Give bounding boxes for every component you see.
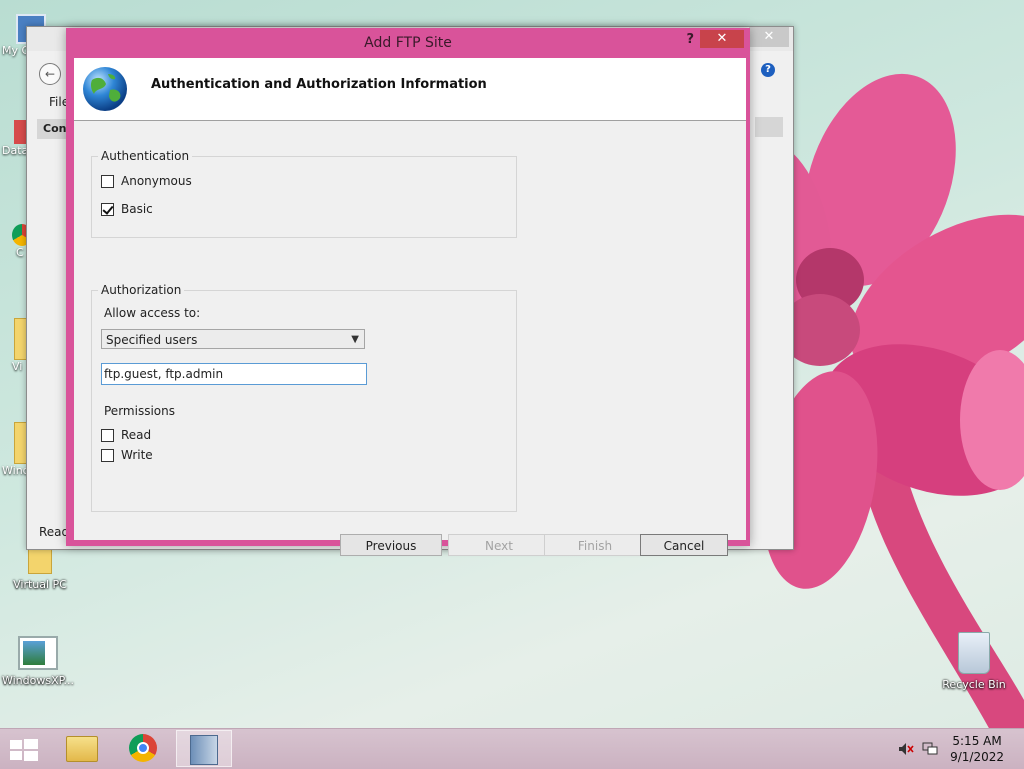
anonymous-label: Anonymous xyxy=(121,174,192,188)
desktop-icon-label: Data xyxy=(2,144,29,157)
dialog-help-button[interactable]: ? xyxy=(686,32,694,47)
dialog-title: Add FTP Site xyxy=(364,35,452,51)
desktop-icon-windows-xp[interactable]: WindowsXP... xyxy=(0,636,78,687)
wizard-header: Authentication and Authorization Informa… xyxy=(74,58,746,121)
help-icon[interactable]: ? xyxy=(761,63,775,77)
desktop-icon-virtual-pc[interactable]: Virtual PC xyxy=(0,548,80,591)
desktop-icon-label: Recycle Bin xyxy=(942,678,1006,691)
basic-checkbox[interactable]: Basic xyxy=(101,202,153,216)
system-clock[interactable]: 5:15 AM 9/1/2022 xyxy=(950,733,1004,765)
allow-access-dropdown[interactable]: Specified users ▼ xyxy=(101,329,365,349)
taskbar: 5:15 AM 9/1/2022 xyxy=(0,728,1024,769)
desktop-icon-label: WindowsXP... xyxy=(1,674,75,687)
chrome-icon xyxy=(129,734,157,762)
taskbar-iis-manager[interactable] xyxy=(176,730,232,767)
cancel-button[interactable]: Cancel xyxy=(640,534,728,556)
authentication-group: Authentication Anonymous Basic xyxy=(91,149,517,238)
taskbar-file-explorer[interactable] xyxy=(54,730,110,767)
desktop-icon-recycle-bin[interactable]: Recycle Bin xyxy=(934,632,1014,691)
permissions-label: Permissions xyxy=(104,404,175,418)
specified-users-input[interactable]: ftp.guest, ftp.admin xyxy=(101,363,367,385)
authentication-group-label: Authentication xyxy=(98,149,193,163)
basic-label: Basic xyxy=(121,202,153,216)
globe-icon xyxy=(83,67,127,111)
dialog-body: Authentication and Authorization Informa… xyxy=(74,58,746,556)
recycle-bin-icon xyxy=(958,632,990,674)
file-explorer-icon xyxy=(66,736,98,762)
authorization-group-label: Authorization xyxy=(98,283,185,297)
clock-date: 9/1/2022 xyxy=(950,750,1004,764)
allow-access-label: Allow access to: xyxy=(104,306,201,320)
taskbar-chrome[interactable] xyxy=(115,730,171,767)
chevron-down-icon[interactable]: ▼ xyxy=(351,330,359,350)
network-icon[interactable] xyxy=(922,742,938,756)
iis-close-button[interactable]: ✕ xyxy=(749,27,789,47)
desktop-icon-label: C xyxy=(16,246,24,259)
wizard-footer: Previous Next Finish Cancel xyxy=(74,430,746,556)
desktop-icon-label: Vi xyxy=(12,360,23,373)
allow-access-value: Specified users xyxy=(106,333,198,347)
basic-checkbox-box[interactable] xyxy=(101,202,114,216)
speaker-muted-icon[interactable] xyxy=(898,742,914,756)
clock-time: 5:15 AM xyxy=(952,734,1002,748)
windows-xp-icon xyxy=(18,636,58,670)
dialog-close-button[interactable]: ✕ xyxy=(700,30,744,48)
anonymous-checkbox-box[interactable] xyxy=(101,174,114,188)
back-arrow-icon[interactable]: ← xyxy=(39,63,61,85)
virtual-pc-icon xyxy=(28,548,52,574)
wizard-page-heading: Authentication and Authorization Informa… xyxy=(151,77,487,92)
anonymous-checkbox[interactable]: Anonymous xyxy=(101,174,192,188)
desktop-icon-label: Virtual PC xyxy=(13,578,67,591)
finish-button[interactable]: Finish xyxy=(544,534,646,556)
iis-manager-icon xyxy=(190,735,218,765)
previous-button[interactable]: Previous xyxy=(340,534,442,556)
next-button[interactable]: Next xyxy=(448,534,550,556)
windows-start-icon[interactable] xyxy=(9,738,39,762)
add-ftp-site-dialog[interactable]: Add FTP Site ? ✕ Authentication and Auth… xyxy=(66,28,750,556)
actions-pane-header xyxy=(755,117,783,137)
